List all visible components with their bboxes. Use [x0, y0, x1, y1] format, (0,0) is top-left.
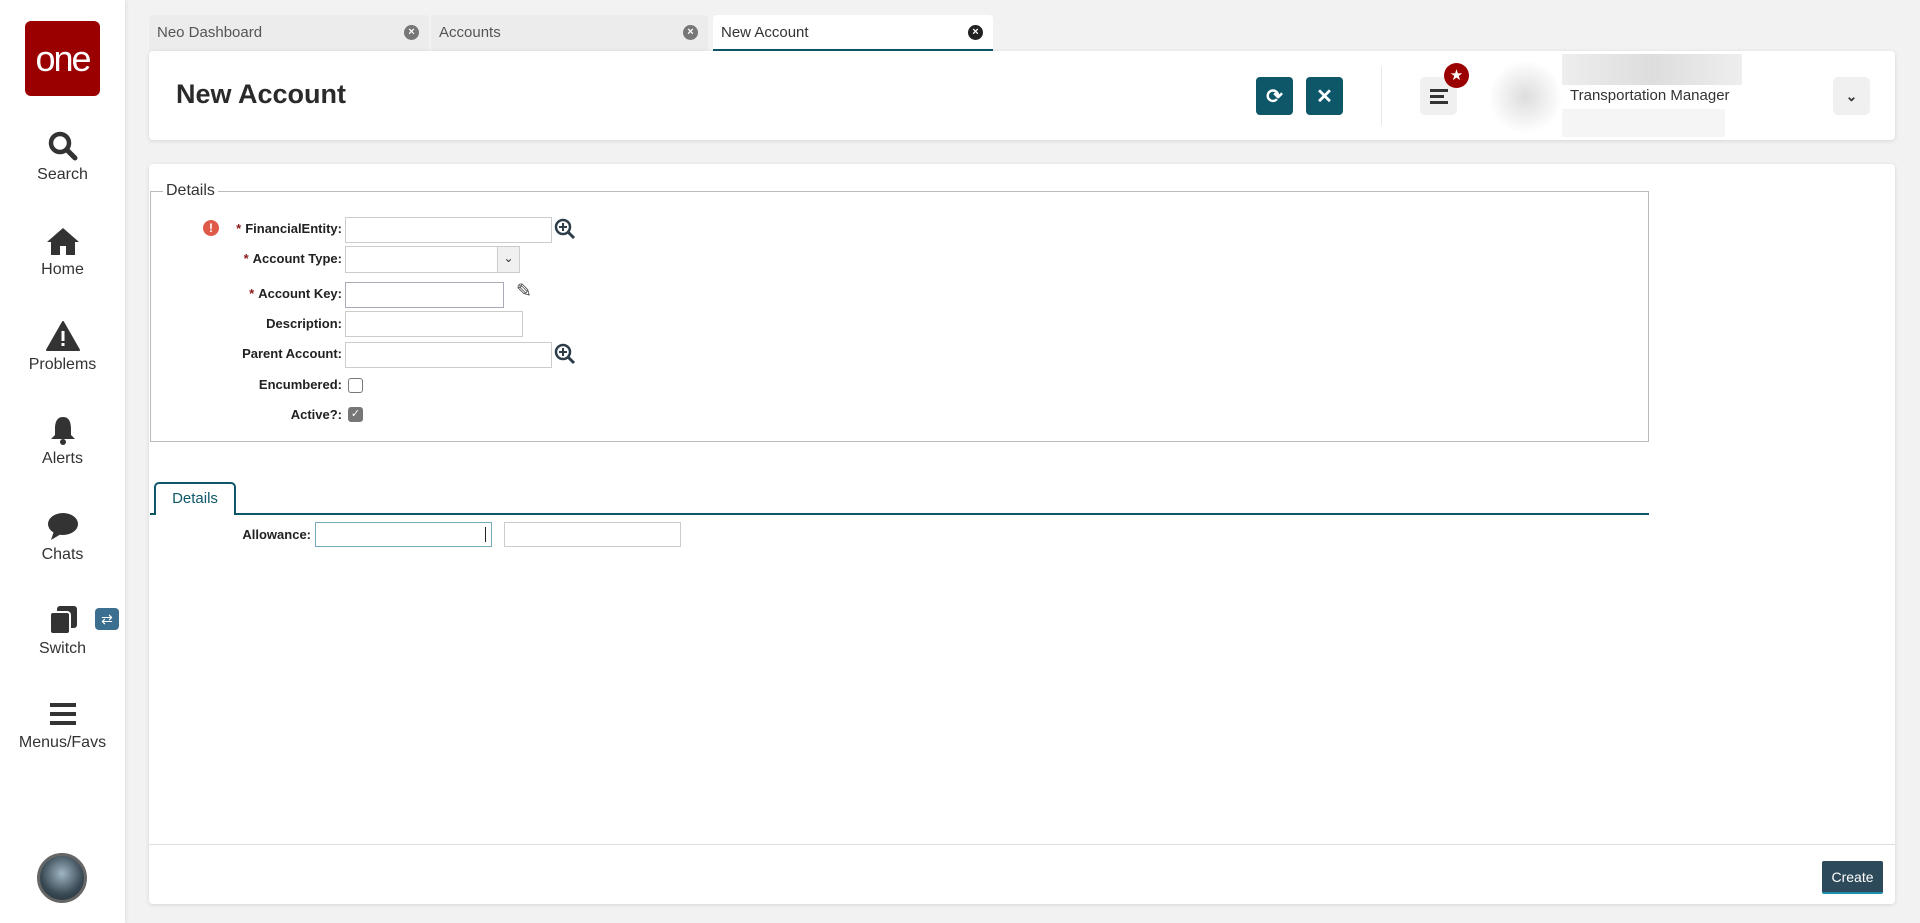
sidebar-item-label: Alerts [42, 450, 83, 467]
lookup-icon[interactable] [554, 218, 576, 240]
refresh-icon: ⟳ [1266, 85, 1283, 108]
sidebar-item-alerts[interactable]: Alerts [0, 414, 125, 468]
app-logo[interactable]: one [25, 21, 100, 96]
encumbered-label: Encumbered: [258, 377, 342, 392]
allowance-input[interactable] [315, 522, 492, 547]
account-key-label: * Account Key: [249, 286, 342, 301]
allowance-label: Allowance: [242, 527, 311, 542]
search-icon [48, 131, 77, 161]
divider [1381, 67, 1382, 125]
tab-neo-dashboard[interactable]: Neo Dashboard × [149, 15, 429, 51]
sidebar: one Search Home Problems Alerts Chats Sw… [0, 0, 125, 923]
switch-icon [48, 606, 77, 635]
parent-account-input[interactable] [345, 342, 552, 368]
financial-entity-label: * FinancialEntity: [236, 221, 342, 236]
sidebar-item-label: Problems [28, 356, 97, 373]
menu-icon [49, 703, 76, 725]
tab-accounts[interactable]: Accounts × [431, 15, 708, 51]
parent-account-label: Parent Account: [242, 346, 342, 361]
chevron-down-icon: ⌄ [497, 247, 519, 272]
page-title: New Account [176, 79, 347, 109]
account-type-select[interactable]: ⌄ [345, 246, 520, 273]
page-header: New Account ⟳ ✕ ★ Transportation Manager… [149, 51, 1895, 140]
close-tab-icon[interactable]: × [404, 25, 419, 40]
footer-divider [149, 844, 1895, 845]
user-name-blurred [1562, 54, 1742, 85]
user-avatar[interactable] [37, 853, 87, 903]
bell-icon [50, 417, 75, 445]
fieldset-legend: Details [166, 182, 215, 199]
sidebar-item-search[interactable]: Search [0, 130, 125, 184]
warning-icon [45, 321, 80, 351]
encumbered-checkbox[interactable] [348, 378, 363, 393]
tab-label: New Account [721, 24, 809, 41]
home-icon [46, 228, 79, 255]
lookup-icon[interactable] [554, 343, 576, 365]
account-type-label: * Account Type: [243, 251, 342, 266]
sidebar-item-label: Switch [38, 640, 87, 657]
sidebar-item-label: Search [37, 166, 88, 183]
sidebar-item-chats[interactable]: Chats [0, 510, 125, 564]
sidebar-item-label: Home [41, 261, 84, 278]
close-tab-icon[interactable]: × [968, 25, 983, 40]
sidebar-item-problems[interactable]: Problems [0, 320, 125, 374]
logo-text: one [35, 37, 91, 79]
main-panel: Details ! * FinancialEntity: * Account Typ… [149, 164, 1895, 904]
financial-entity-input[interactable] [345, 217, 552, 243]
user-menu-dropdown[interactable]: ⌄ [1833, 77, 1870, 115]
user-photo-blurred [1489, 59, 1562, 135]
text-cursor [485, 527, 486, 542]
tab-label: Neo Dashboard [157, 24, 263, 41]
user-role: Transportation Manager [1570, 87, 1730, 104]
description-input[interactable] [345, 311, 523, 337]
tab-label: Accounts [439, 24, 501, 41]
tab-new-account[interactable]: New Account × [713, 15, 993, 51]
edit-icon[interactable]: ✎ [516, 280, 532, 303]
sidebar-item-menus-favs[interactable]: Menus/Favs [0, 698, 125, 752]
close-icon: ✕ [1316, 85, 1333, 108]
refresh-button[interactable]: ⟳ [1256, 77, 1293, 115]
tab-details[interactable]: Details [154, 482, 236, 515]
sidebar-item-label: Chats [41, 546, 84, 563]
active-label: Active?: [290, 407, 342, 422]
sidebar-item-label: Menus/Favs [18, 734, 107, 751]
active-checkbox[interactable]: ✓ [348, 407, 363, 422]
description-label: Description: [266, 316, 342, 331]
tab-underline [150, 513, 1649, 515]
close-tab-icon[interactable]: × [683, 25, 698, 40]
user-org-blurred [1562, 109, 1725, 137]
create-button[interactable]: Create [1822, 861, 1883, 894]
star-badge-icon: ★ [1444, 63, 1469, 88]
menu-icon [1429, 89, 1448, 104]
chat-icon [47, 513, 78, 540]
switch-badge-icon: ⇄ [95, 608, 119, 630]
sidebar-item-home[interactable]: Home [0, 225, 125, 279]
close-button[interactable]: ✕ [1306, 77, 1343, 115]
allowance-secondary-input[interactable] [504, 522, 681, 547]
chevron-down-icon: ⌄ [1845, 87, 1858, 104]
account-key-input[interactable] [345, 282, 504, 308]
